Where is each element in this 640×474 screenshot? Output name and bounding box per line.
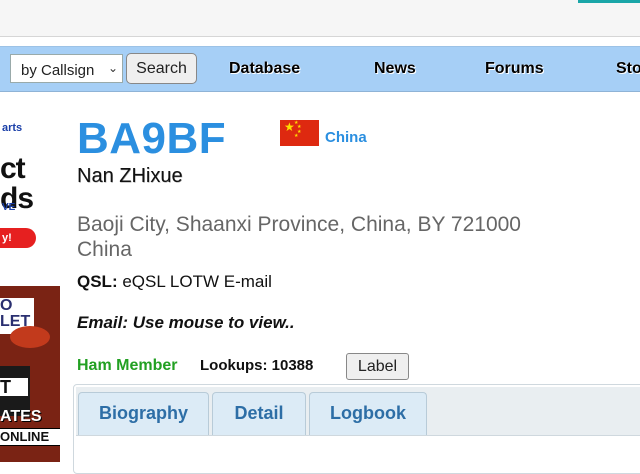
- ad-banner-bottom[interactable]: O LET T ATES ONLINE: [0, 286, 60, 462]
- tab-biography[interactable]: Biography: [78, 392, 209, 435]
- tab-detail[interactable]: Detail: [212, 392, 306, 435]
- callsign-heading: BA9BF: [77, 114, 227, 163]
- qsl-label: QSL:: [77, 272, 118, 291]
- ad-button: y!: [0, 228, 36, 248]
- crab-image: [10, 326, 50, 348]
- address-line-2: China: [77, 238, 132, 261]
- flag-star: ★: [294, 133, 299, 139]
- lookups-count: Lookups: 10388: [200, 357, 314, 374]
- sidebar-ads: arts ct ds VE y! O LET T ATES ONLINE: [0, 110, 60, 462]
- operator-name: Nan ZHixue: [77, 165, 183, 187]
- search-button[interactable]: Search: [126, 53, 197, 84]
- ad-text: VE: [2, 202, 16, 213]
- china-flag-icon: ★ ★ ★ ★ ★: [280, 120, 319, 146]
- navigation-bar: by Callsign ⌄ Search Database News Forum…: [0, 46, 640, 92]
- nav-forums[interactable]: Forums: [485, 60, 544, 78]
- country-link[interactable]: China: [325, 129, 367, 146]
- ad-banner-top[interactable]: arts ct ds VE y!: [0, 110, 60, 260]
- browser-chrome: [0, 0, 640, 37]
- member-status: Ham Member: [77, 357, 178, 374]
- nav-news[interactable]: News: [374, 60, 416, 78]
- address-line-1: Baoji City, Shaanxi Province, China, BY …: [77, 213, 521, 236]
- search-type-value: by Callsign: [21, 62, 95, 79]
- address-block: Baoji City, Shaanxi Province, China, BY …: [77, 212, 597, 262]
- ad-text: ATES: [0, 408, 42, 425]
- chevron-down-icon: ⌄: [107, 61, 118, 75]
- label-button[interactable]: Label: [346, 353, 409, 380]
- nav-store[interactable]: Sto: [616, 60, 640, 78]
- ad-text: T: [0, 378, 28, 396]
- email-reveal[interactable]: Email: Use mouse to view..: [77, 313, 295, 333]
- search-type-select[interactable]: by Callsign ⌄: [10, 54, 123, 83]
- ad-text: ONLINE: [0, 428, 60, 446]
- tab-logbook[interactable]: Logbook: [309, 392, 427, 435]
- ad-text: arts: [2, 122, 23, 134]
- window-accent: [578, 0, 640, 3]
- qsl-info: QSL: eQSL LOTW E-mail: [77, 272, 272, 292]
- nav-database[interactable]: Database: [229, 60, 300, 78]
- qsl-value: eQSL LOTW E-mail: [122, 272, 272, 291]
